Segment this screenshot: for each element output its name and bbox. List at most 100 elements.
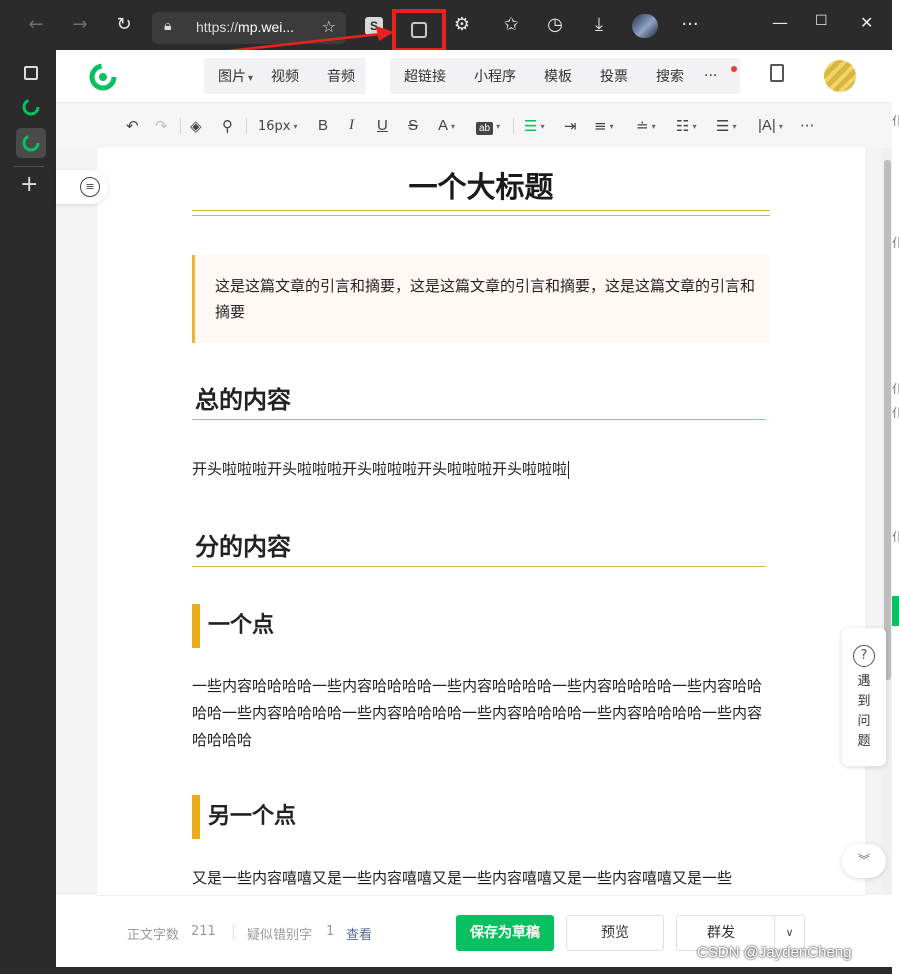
- address-bar[interactable]: 🔒︎ https://mp.wei... ☆: [152, 12, 346, 44]
- format-toolbar: ↶ ↷ ◈ ⚲ 16px ▾ B I U S A ▾ ab ▾ ☰ ▾ ⇥ ≡ ▾ ≐ ▾ …: [56, 102, 892, 148]
- history-icon[interactable]: ◷: [543, 13, 567, 37]
- intro-blockquote[interactable]: 这是这篇文章的引言和摘要，这是这篇文章的引言和摘要，这是这篇文章的引言和摘要: [192, 255, 770, 343]
- align-justify-icon[interactable]: ≡ ▾: [594, 117, 614, 135]
- edge-text: 仆: [892, 382, 899, 396]
- toolbar-divider: [246, 118, 247, 134]
- menu-item-template[interactable]: 模板: [530, 66, 586, 86]
- edge-text: 仆: [892, 114, 899, 128]
- profile-avatar[interactable]: [632, 14, 658, 38]
- paragraph-point-2[interactable]: 又是一些内容嘻嘻又是一些内容嘻嘻又是一些内容嘻嘻又是一些内容嘻嘻又是一些: [192, 865, 772, 892]
- extension-s-icon[interactable]: S: [365, 17, 383, 35]
- line-height-icon[interactable]: ≐ ▾: [636, 117, 656, 135]
- forward-arrow-icon[interactable]: →: [68, 13, 92, 37]
- url-text: https://mp.wei...: [196, 19, 295, 35]
- indent-icon[interactable]: ⇥: [564, 117, 577, 135]
- back-arrow-icon[interactable]: ←: [24, 13, 48, 37]
- menu-item-search[interactable]: 搜索: [642, 66, 698, 86]
- refresh-icon[interactable]: ↻: [112, 13, 136, 37]
- csdn-watermark: CSDN @JaydenCheng: [697, 944, 852, 961]
- typo-count: 1: [326, 924, 335, 939]
- extensions-puzzle-icon[interactable]: ⚙︎: [450, 13, 474, 37]
- menu-more-button[interactable]: ···: [698, 68, 723, 84]
- downloads-icon[interactable]: ⤓: [587, 13, 611, 37]
- list-icon[interactable]: ☰ ▾: [716, 117, 736, 135]
- tab-actions-icon[interactable]: [24, 66, 38, 80]
- menu-item-mini-program[interactable]: 小程序: [460, 66, 530, 86]
- menu-item-image[interactable]: 图片 ▾: [204, 66, 267, 86]
- browser-window: ← → ↻ 🔒︎ https://mp.wei... ☆ S ⚙︎ ✩ ◷ ⤓ …: [0, 0, 899, 974]
- background-color-button[interactable]: ab ▾: [476, 117, 500, 135]
- caret-down-icon: ▾: [609, 122, 614, 131]
- more-menu-icon[interactable]: ···: [678, 13, 702, 37]
- notification-dot: [731, 66, 737, 72]
- insert-menu-group: 超链接 小程序 模板 投票 搜索 ···: [390, 58, 740, 94]
- paragraph-spacing-icon[interactable]: ☷ ▾: [676, 117, 696, 135]
- article-title[interactable]: 一个大标题: [192, 164, 770, 206]
- browser-titlebar: ← → ↻ 🔒︎ https://mp.wei... ☆ S ⚙︎ ✩ ◷ ⤓ …: [0, 0, 892, 52]
- menu-item-hyperlink[interactable]: 超链接: [390, 66, 460, 86]
- sidebar-tab-wechat-2[interactable]: [16, 128, 46, 158]
- text-cursor: [568, 460, 570, 479]
- section-heading-details[interactable]: 分的内容: [195, 527, 291, 562]
- account-avatar[interactable]: [824, 60, 856, 92]
- quote-text: 这是这篇文章的引言和摘要，这是这篇文章的引言和摘要，这是这篇文章的引言和摘要: [215, 277, 756, 321]
- wechat-mp-logo-icon[interactable]: [86, 60, 120, 94]
- paragraph-point-1[interactable]: 一些内容哈哈哈哈一些内容哈哈哈哈一些内容哈哈哈哈一些内容哈哈哈哈一些内容哈哈哈哈…: [192, 673, 772, 754]
- highlighted-extension-button[interactable]: [392, 9, 446, 52]
- add-favorite-icon[interactable]: ☆: [322, 17, 336, 36]
- maximize-icon[interactable]: ☐: [815, 13, 828, 29]
- typo-label: 疑似错别字: [247, 928, 313, 943]
- favorites-icon[interactable]: ✩: [499, 13, 523, 37]
- preview-button[interactable]: 预览: [566, 915, 664, 951]
- paragraph-overview[interactable]: 开头啦啦啦开头啦啦啦开头啦啦啦开头啦啦啦开头啦啦啦: [192, 456, 772, 483]
- new-tab-plus-icon[interactable]: +: [20, 172, 38, 197]
- toolbar-more-button[interactable]: ···: [800, 117, 814, 135]
- underline-button[interactable]: U: [377, 117, 388, 134]
- footer-divider: [233, 924, 234, 940]
- caret-down-icon: ▾: [451, 121, 456, 131]
- subheading-point-2[interactable]: 另一个点: [192, 795, 296, 839]
- scroll-down-button[interactable]: ︾: [842, 844, 886, 878]
- undo-icon[interactable]: ↶: [126, 117, 139, 135]
- font-size-select[interactable]: 16px ▾: [258, 119, 298, 134]
- italic-button[interactable]: I: [349, 117, 354, 134]
- wechat-mp-logo-icon: [22, 134, 40, 152]
- minimize-icon[interactable]: —: [772, 13, 788, 32]
- save-draft-button[interactable]: 保存为草稿: [456, 915, 554, 951]
- wechat-mp-logo-icon: [22, 98, 40, 116]
- background-window-edge: 仆 仆 仆 仆 仆: [892, 0, 899, 974]
- heading-underline: [192, 419, 766, 420]
- format-painter-icon[interactable]: ⚲: [222, 117, 233, 135]
- toolbar-divider: [180, 118, 181, 134]
- sidebar-tab-wechat-1[interactable]: [16, 92, 46, 122]
- menu-item-vote[interactable]: 投票: [586, 66, 642, 86]
- caret-down-icon: ▾: [651, 122, 656, 131]
- close-icon[interactable]: ✕: [860, 13, 873, 32]
- bold-button[interactable]: B: [318, 117, 328, 134]
- caret-down-icon: ▾: [732, 122, 737, 131]
- help-question-icon: ?: [853, 645, 875, 667]
- redo-icon[interactable]: ↷: [155, 117, 168, 135]
- scrollbar-thumb[interactable]: [884, 160, 891, 680]
- sidebar-divider: [14, 166, 44, 167]
- strikethrough-button[interactable]: S: [408, 117, 418, 134]
- word-count-value: 211: [191, 924, 216, 939]
- caret-down-icon: ▾: [496, 122, 501, 131]
- font-color-button[interactable]: A ▾: [438, 117, 455, 134]
- menu-item-video[interactable]: 视频: [267, 66, 313, 86]
- menu-item-audio[interactable]: 音频: [313, 66, 369, 86]
- clear-format-icon[interactable]: ◈: [190, 117, 202, 135]
- caret-down-icon: ▾: [778, 121, 783, 131]
- editor-header: 图片 ▾ 视频 音频 超链接 小程序 模板 投票 搜索 ···: [56, 50, 892, 102]
- subheading-point-1[interactable]: 一个点: [192, 604, 274, 648]
- section-heading-overview[interactable]: 总的内容: [195, 380, 291, 415]
- outline-toggle-button[interactable]: ≡: [56, 170, 108, 204]
- title-double-rule: [192, 210, 770, 216]
- draft-box-button[interactable]: [762, 58, 792, 88]
- align-left-icon[interactable]: ☰ ▾: [524, 117, 544, 135]
- help-widget[interactable]: ? 遇到问题: [842, 628, 886, 766]
- view-typos-link[interactable]: 查看: [346, 924, 372, 943]
- edge-green-block: [892, 596, 899, 626]
- caret-down-icon: ▾: [248, 73, 254, 84]
- letter-spacing-button[interactable]: |A| ▾: [758, 117, 783, 134]
